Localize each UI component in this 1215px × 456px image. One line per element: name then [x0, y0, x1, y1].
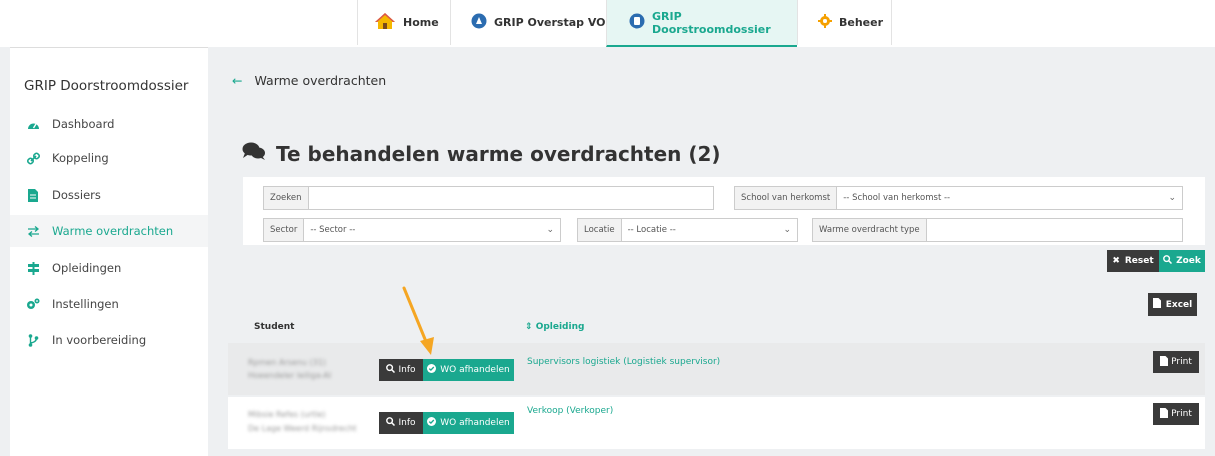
student-school: Hoeendeler leiliga-AI — [248, 371, 332, 380]
wo-afhandelen-button[interactable]: WO afhandelen — [423, 412, 514, 434]
sidebar-item-dashboard[interactable]: Dashboard — [10, 108, 208, 140]
search-icon — [1163, 255, 1173, 267]
info-label: Info — [398, 365, 416, 375]
tab-beheer[interactable]: Beheer — [797, 0, 891, 45]
student-name: Mibsie Refes (urtle) — [248, 410, 326, 419]
tab-grip-overstap-vo[interactable]: GRIP Overstap VO — [450, 0, 606, 45]
sidebar-item-label: Dossiers — [52, 188, 101, 202]
print-label: Print — [1171, 409, 1192, 419]
print-button[interactable]: Print — [1153, 351, 1199, 373]
check-circle-icon — [427, 364, 437, 376]
type-label: Warme overdracht type — [813, 219, 927, 241]
sidebar-item-in-voorbereiding[interactable]: In voorbereiding — [10, 324, 208, 356]
info-label: Info — [398, 418, 416, 428]
column-header-student: Student — [254, 322, 295, 332]
close-icon: ✖ — [1112, 256, 1120, 266]
sidebar-item-warme-overdrachten[interactable]: Warme overdrachten — [10, 215, 208, 247]
school-select[interactable]: School van herkomst -- School van herkom… — [734, 186, 1183, 210]
tab-grip-overstap-vo-label: GRIP Overstap VO — [494, 16, 606, 29]
zoek-button[interactable]: Zoek — [1159, 250, 1205, 272]
search-label: Zoeken — [264, 187, 309, 209]
search-input[interactable] — [314, 193, 707, 203]
overstap-icon — [471, 13, 487, 32]
print-label: Print — [1171, 357, 1192, 367]
chevron-down-icon: ⌄ — [783, 225, 791, 235]
sidebar: GRIP Doorstroomdossier Dashboard Koppeli… — [10, 47, 208, 456]
tab-grip-doorstroomdossier[interactable]: GRIP Doorstroomdossier — [606, 0, 797, 47]
file-icon — [26, 188, 40, 202]
student-name: Rpmen Arsenu (31) — [248, 358, 326, 367]
arrow-left-icon: ← — [232, 73, 243, 88]
top-navigation: Home GRIP Overstap VO GRIP Doorstroomdos… — [0, 0, 1215, 47]
filter-panel: Zoeken School van herkomst -- School van… — [243, 177, 1205, 245]
column-header-opleiding[interactable]: ⇕ Opleiding — [525, 322, 584, 332]
reset-button[interactable]: ✖ Reset — [1107, 250, 1159, 272]
sidebar-item-label: Opleidingen — [52, 261, 122, 275]
sort-icon: ⇕ — [525, 322, 533, 332]
chevron-down-icon: ⌄ — [546, 225, 554, 235]
gear-icon — [818, 14, 832, 31]
type-field[interactable]: Warme overdracht type — [812, 218, 1183, 242]
opleiding-link[interactable]: Verkoop (Verkoper) — [527, 406, 613, 416]
link-icon — [26, 151, 40, 165]
cogs-icon — [26, 298, 40, 310]
wo-afhandelen-label: WO afhandelen — [440, 365, 510, 375]
school-label: School van herkomst — [735, 187, 838, 209]
doorstroom-icon — [629, 13, 645, 32]
reset-label: Reset — [1124, 256, 1154, 266]
opleiding-link[interactable]: Supervisors logistiek (Logistiek supervi… — [527, 357, 720, 367]
wo-afhandelen-label: WO afhandelen — [440, 418, 510, 428]
comments-icon — [242, 141, 266, 166]
back-link-label: Warme overdrachten — [254, 73, 387, 88]
chevron-down-icon: ⌄ — [1168, 193, 1176, 203]
type-input[interactable] — [932, 225, 1176, 235]
print-button[interactable]: Print — [1153, 403, 1199, 425]
search-icon — [386, 417, 396, 429]
sidebar-item-instellingen[interactable]: Instellingen — [10, 288, 208, 320]
sector-select[interactable]: Sector -- Sector -- ⌄ — [263, 218, 561, 242]
table-row: Rpmen Arsenu (31) Hoeendeler leiliga-AI … — [228, 343, 1205, 395]
locatie-select[interactable]: Locatie -- Locatie -- ⌄ — [577, 218, 798, 242]
tab-home-label: Home — [403, 16, 439, 29]
student-school: De Lage Weerd Rijnsdrecht — [248, 424, 357, 433]
sector-label: Sector — [264, 219, 305, 241]
sidebar-item-label: Instellingen — [52, 297, 119, 311]
results-table: Student ⇕ Opleiding Rpmen Arsenu (31) Ho… — [228, 280, 1205, 456]
page-title-text: Te behandelen warme overdrachten (2) — [276, 141, 721, 166]
tab-beheer-label: Beheer — [839, 16, 884, 29]
zoek-label: Zoek — [1176, 256, 1201, 266]
tab-grip-doorstroomdossier-label: GRIP Doorstroomdossier — [652, 9, 771, 36]
info-button[interactable]: Info — [379, 412, 423, 434]
sidebar-item-opleidingen[interactable]: Opleidingen — [10, 252, 208, 284]
signpost-icon — [26, 261, 40, 275]
back-link[interactable]: ← Warme overdrachten — [232, 73, 386, 88]
search-icon — [386, 364, 396, 376]
locatie-value: -- Locatie -- — [627, 225, 676, 235]
tab-divider — [891, 0, 892, 45]
sidebar-title: GRIP Doorstroomdossier — [24, 78, 189, 94]
branch-icon — [26, 333, 40, 347]
page-title: Te behandelen warme overdrachten (2) — [242, 141, 721, 166]
sidebar-item-label: In voorbereiding — [52, 333, 147, 347]
sector-value: -- Sector -- — [310, 225, 356, 235]
column-header-opleiding-label: Opleiding — [535, 322, 585, 332]
tab-home[interactable]: Home — [357, 0, 450, 45]
search-field[interactable]: Zoeken — [263, 186, 714, 210]
school-value: -- School van herkomst -- — [843, 193, 951, 203]
file-icon — [1160, 407, 1169, 421]
wo-afhandelen-button[interactable]: WO afhandelen — [423, 359, 514, 381]
sidebar-item-label: Warme overdrachten — [52, 224, 174, 238]
sidebar-item-dossiers[interactable]: Dossiers — [10, 179, 208, 211]
sidebar-item-label: Dashboard — [52, 117, 115, 131]
sidebar-item-koppeling[interactable]: Koppeling — [10, 142, 208, 174]
dashboard-icon — [26, 119, 40, 130]
exchange-icon — [26, 225, 40, 237]
home-icon — [374, 12, 396, 33]
check-circle-icon — [427, 417, 437, 429]
sidebar-item-label: Koppeling — [52, 151, 109, 165]
locatie-label: Locatie — [578, 219, 622, 241]
file-icon — [1160, 355, 1169, 369]
info-button[interactable]: Info — [379, 359, 423, 381]
table-row: Mibsie Refes (urtle) De Lage Weerd Rijns… — [228, 397, 1205, 449]
